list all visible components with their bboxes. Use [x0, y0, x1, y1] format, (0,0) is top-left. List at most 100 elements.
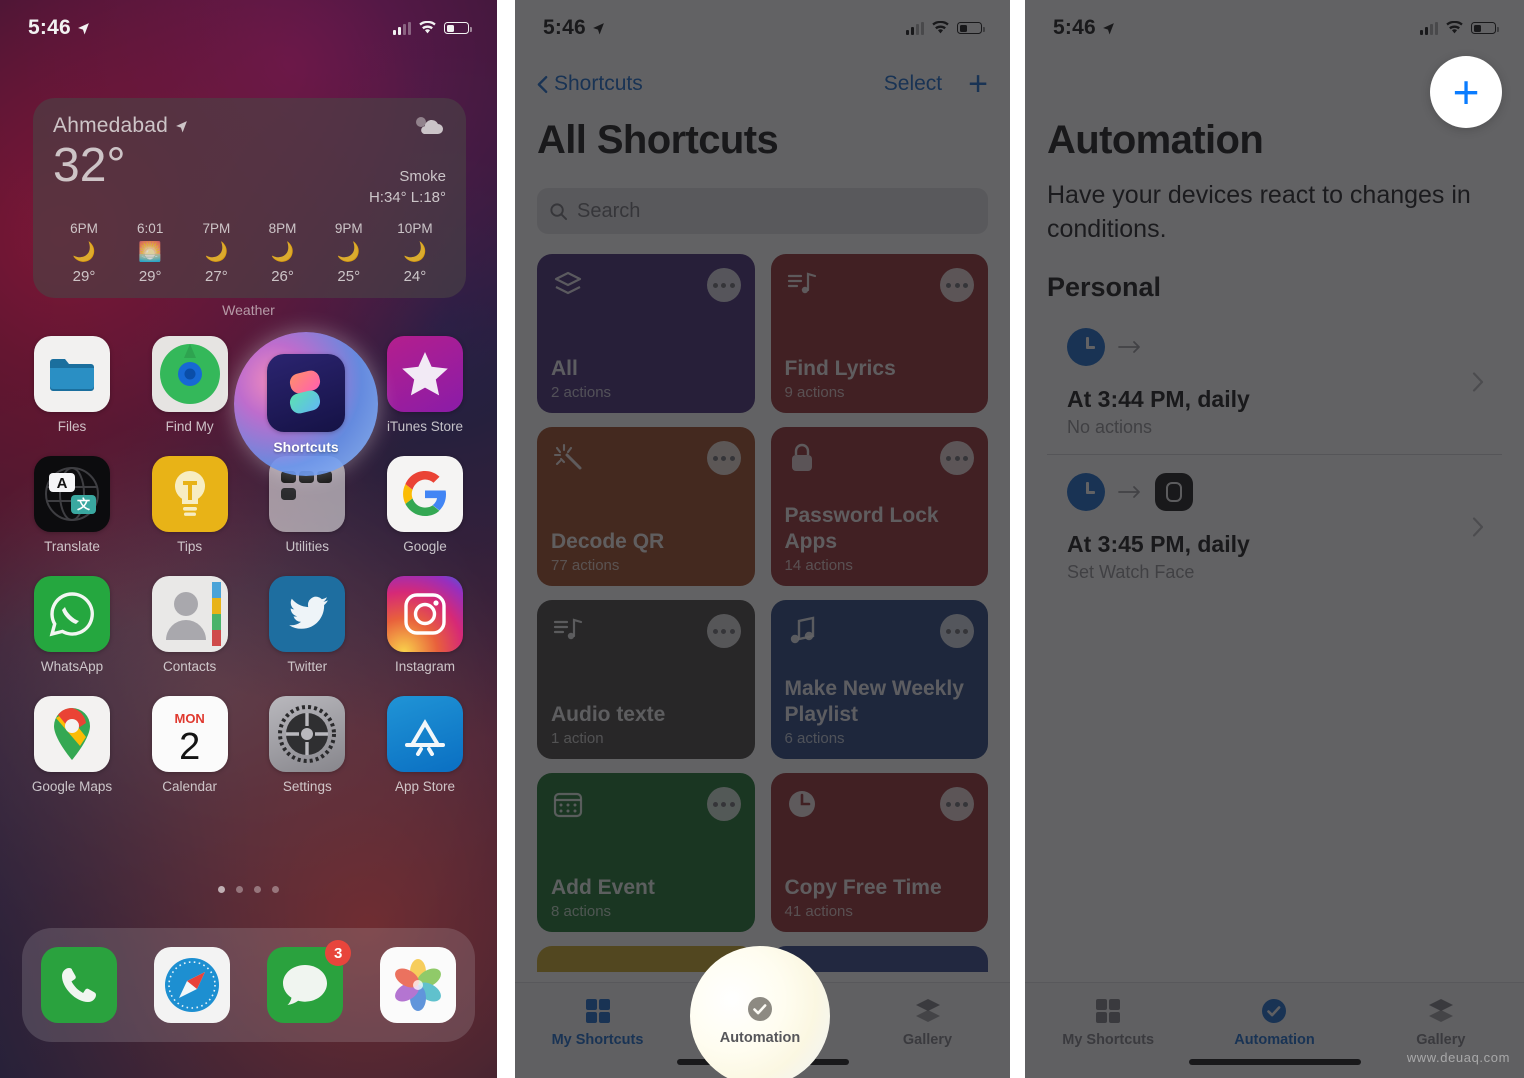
google-maps-icon — [34, 696, 110, 772]
page-dot[interactable] — [254, 886, 261, 893]
app-twitter[interactable]: Twitter — [255, 576, 359, 674]
card-menu-button[interactable] — [940, 787, 974, 821]
highlight-tab-label: Automation — [719, 1030, 801, 1046]
app-app-store[interactable]: App Store — [373, 696, 477, 794]
highlight-automation-tab[interactable]: Automation — [690, 946, 830, 1078]
page-dot[interactable] — [218, 886, 225, 893]
hour-cell: 6PM 🌙 29° — [53, 218, 115, 288]
calendar-icon — [553, 792, 583, 818]
dock-phone[interactable] — [40, 947, 117, 1023]
automation-title: At 3:45 PM, daily — [1067, 531, 1250, 557]
card-menu-button[interactable] — [706, 441, 741, 475]
page-dots[interactable] — [0, 886, 497, 893]
card-title: Audio texte — [551, 703, 666, 726]
card-subtitle: 8 actions — [551, 903, 612, 920]
app-google-maps[interactable]: Google Maps — [20, 696, 124, 794]
home-indicator[interactable] — [1188, 1059, 1361, 1065]
shortcut-card-add-event[interactable]: Add Event 8 actions — [537, 773, 755, 932]
shortcut-card-make-new-weekly-playlist[interactable]: Make New Weekly Playlist 6 actions — [770, 600, 988, 759]
page-title: Automation — [1047, 118, 1264, 162]
app-tips[interactable]: Tips — [138, 456, 242, 554]
layers-icon — [1428, 998, 1453, 1022]
card-menu-button[interactable] — [706, 268, 741, 302]
app-find-my[interactable]: Find My — [138, 336, 242, 434]
card-menu-button[interactable] — [940, 441, 974, 475]
shortcut-card-copy-free-time[interactable]: Copy Free Time 41 actions — [770, 773, 988, 932]
automation-trigger-icons — [1067, 328, 1482, 366]
card-header — [785, 614, 974, 648]
shortcut-card-find-lyrics[interactable]: Find Lyrics 9 actions — [770, 254, 988, 413]
card-menu-button[interactable] — [940, 614, 974, 648]
messages-bubble-icon — [283, 965, 328, 1005]
svg-text:文: 文 — [77, 497, 91, 512]
arrow-right-icon — [1118, 486, 1140, 498]
weather-city-group: Ahmedabad — [53, 114, 188, 138]
app-label: Files — [57, 419, 87, 434]
add-shortcut-button[interactable]: + — [968, 67, 988, 101]
dock-safari[interactable] — [153, 947, 230, 1023]
page-dot[interactable] — [236, 886, 243, 893]
sunset-icon: 🌅 — [138, 242, 163, 263]
dock: 3 — [22, 928, 475, 1042]
app-settings[interactable]: Settings — [255, 696, 359, 794]
page-dot[interactable] — [272, 886, 279, 893]
card-subtitle: 77 actions — [551, 557, 620, 574]
select-button[interactable]: Select — [884, 72, 942, 96]
card-subtitle: 6 actions — [784, 730, 845, 747]
status-indicators — [906, 21, 985, 35]
card-menu-button[interactable] — [706, 787, 741, 821]
shortcut-card-audio-texte[interactable]: Audio texte 1 action — [537, 600, 755, 759]
back-button[interactable]: Shortcuts — [537, 72, 643, 96]
card-subtitle: 9 actions — [784, 384, 845, 401]
card-title: Copy Free Time — [784, 876, 942, 899]
app-contacts[interactable]: Contacts — [138, 576, 242, 674]
add-automation-button[interactable]: + — [1430, 56, 1502, 128]
tab-label: Automation — [1234, 1031, 1315, 1048]
card-menu-button[interactable] — [940, 268, 974, 302]
back-label: Shortcuts — [554, 72, 643, 95]
weather-temperature: 32° — [53, 139, 126, 192]
app-google[interactable]: Google — [373, 456, 477, 554]
panel-all-shortcuts: 5:46 Shortcuts Select + All Shortcuts Se… — [515, 0, 1010, 1078]
status-time: 5:46 — [28, 16, 71, 39]
hour-time: 9PM — [334, 221, 363, 236]
dock-photos[interactable] — [380, 947, 457, 1023]
tab-gallery[interactable]: Gallery — [845, 983, 1010, 1078]
itunes-store-icon — [386, 336, 463, 412]
app-instagram[interactable]: Instagram — [373, 576, 477, 674]
search-input[interactable]: Search — [577, 200, 640, 223]
app-label: Tips — [177, 539, 203, 554]
highlight-shortcuts-app[interactable]: Shortcuts — [234, 332, 378, 476]
app-label: Translate — [44, 539, 100, 554]
location-arrow-icon — [77, 22, 89, 34]
tab-my-shortcuts[interactable]: My Shortcuts — [515, 983, 680, 1078]
automation-row[interactable]: At 3:45 PM, daily Set Watch Face — [1047, 454, 1502, 599]
weather-widget[interactable]: Ahmedabad 32° Smoke H:34° L:18° 6PM 🌙 29… — [33, 98, 466, 298]
weather-high-low: H:34° L:18° — [368, 189, 446, 206]
whatsapp-icon — [34, 576, 110, 652]
search-bar[interactable]: Search — [537, 188, 988, 234]
app-itunes-store[interactable]: iTunes Store — [373, 336, 477, 434]
battery-icon — [444, 22, 472, 34]
dock-messages[interactable]: 3 — [267, 940, 352, 1023]
moon-stars-icon: 🌙 — [336, 242, 361, 263]
app-whatsapp[interactable]: WhatsApp — [20, 576, 124, 674]
hour-temp: 29° — [138, 268, 162, 285]
card-header — [785, 268, 974, 302]
app-translate[interactable]: A文 Translate — [20, 456, 124, 554]
chevron-left-icon — [537, 75, 548, 93]
panel-gap — [497, 0, 515, 1078]
status-bar: 5:46 — [1025, 0, 1524, 56]
automation-row[interactable]: At 3:44 PM, daily No actions — [1047, 310, 1502, 454]
app-files[interactable]: Files — [20, 336, 124, 434]
tab-my-shortcuts[interactable]: My Shortcuts — [1025, 983, 1191, 1078]
app-calendar[interactable]: MON 2 Calendar — [138, 696, 242, 794]
app-label: Utilities — [285, 539, 330, 554]
shortcut-card-password-lock-apps[interactable]: Password Lock Apps 14 actions — [770, 427, 988, 586]
shortcut-card-decode-qr[interactable]: Decode QR 77 actions — [537, 427, 755, 586]
card-title: Password Lock Apps — [784, 504, 939, 553]
shortcut-card-all[interactable]: All 2 actions — [537, 254, 755, 413]
contacts-icon — [151, 576, 228, 652]
hour-cell: 7PM 🌙 27° — [185, 218, 247, 288]
card-menu-button[interactable] — [706, 614, 741, 648]
